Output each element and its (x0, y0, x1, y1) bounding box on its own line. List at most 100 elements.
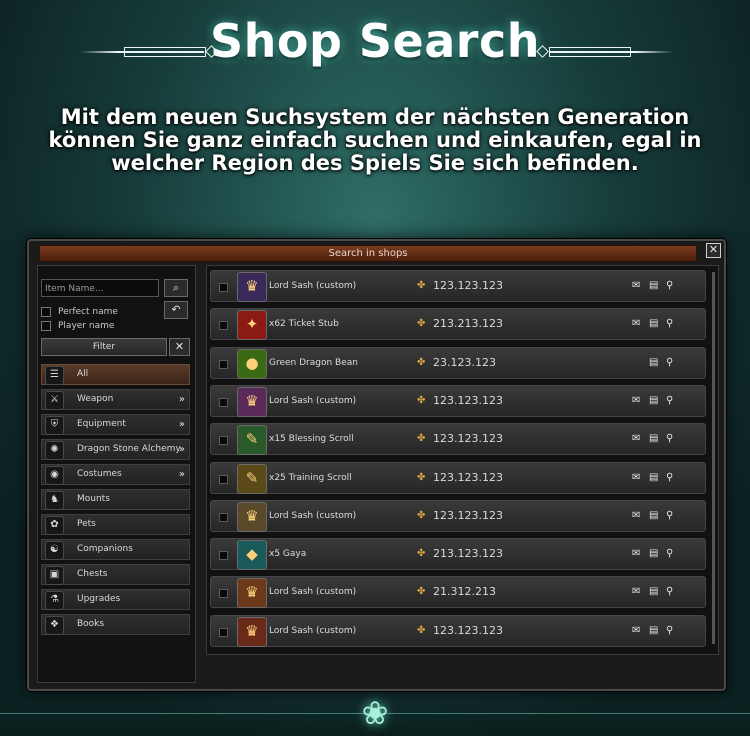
category-equipment[interactable]: ⛨ Equipment » (41, 414, 190, 435)
mail-icon[interactable]: ✉ (632, 501, 640, 531)
category-dragon-stone-alchemy[interactable]: ✺ Dragon Stone Alchemy» (41, 439, 190, 460)
search-icon[interactable]: ⚲ (666, 309, 673, 339)
item-name: x25 Training Scroll (269, 472, 352, 483)
search-icon[interactable]: ⚲ (666, 539, 673, 569)
row-checkbox[interactable] (219, 551, 228, 561)
shop-icon[interactable]: ▤ (649, 501, 658, 531)
category-companions[interactable]: ☯ Companions (41, 539, 190, 560)
category-mounts[interactable]: ♞ Mounts (41, 489, 190, 510)
row-checkbox[interactable] (219, 359, 228, 369)
mail-icon[interactable]: ✉ (632, 463, 640, 493)
coin-icon: ✤ (417, 624, 426, 636)
mail-icon[interactable]: ✉ (632, 577, 640, 607)
shop-icon[interactable]: ▤ (649, 271, 658, 301)
shop-item-row[interactable]: ♛ Lord Sash (custom) ✤ 123.123.123 ✉ ▤ ⚲ (210, 270, 706, 302)
category-chests[interactable]: ▣ Chests (41, 564, 190, 585)
window-title: Search in shops (328, 248, 408, 259)
title-divider-left (80, 47, 206, 57)
row-checkbox[interactable] (219, 474, 228, 484)
search-icon[interactable]: ⚲ (666, 348, 673, 378)
search-icon[interactable]: ⚲ (666, 463, 673, 493)
player-name-checkbox[interactable] (41, 320, 51, 331)
expand-icon[interactable]: » (179, 465, 185, 484)
category-upgrades[interactable]: ⚗ Upgrades (41, 589, 190, 610)
category-icon: ☯ (45, 541, 64, 560)
search-icon[interactable]: ⚲ (666, 386, 673, 416)
reset-button[interactable]: ↶ (164, 301, 188, 319)
shop-item-row[interactable]: ✎ x25 Training Scroll ✤ 123.123.123 ✉ ▤ ⚲ (210, 461, 706, 494)
shop-icon[interactable]: ▤ (649, 539, 658, 569)
window-title-bar[interactable]: Search in shops (39, 245, 697, 262)
shop-icon[interactable]: ▤ (649, 386, 658, 416)
row-checkbox[interactable] (219, 436, 228, 446)
item-icon: ✎ (237, 425, 267, 456)
clear-icon: ✕ (174, 340, 185, 353)
category-weapon[interactable]: ⚔ Weapon » (41, 389, 190, 410)
item-price: 123.123.123 (433, 279, 503, 292)
row-checkbox[interactable] (219, 589, 228, 599)
search-icon[interactable]: ⚲ (666, 577, 673, 607)
mail-icon[interactable]: ✉ (632, 424, 640, 454)
item-price: 23.123.123 (433, 355, 496, 369)
shop-item-row[interactable]: ♛ Lord Sash (custom) ✤ 123.123.123 ✉ ▤ ⚲ (210, 614, 706, 647)
shop-icon[interactable]: ▤ (649, 424, 658, 454)
lotus-emblem-icon: ❀ (361, 694, 389, 732)
player-name-option[interactable]: Player name (41, 320, 114, 332)
category-label: Pets (77, 519, 96, 529)
search-icon[interactable]: ⚲ (666, 271, 673, 301)
shop-item-row[interactable]: ✎ x15 Blessing Scroll ✤ 123.123.123 ✉ ▤ ⚲ (210, 423, 706, 456)
shop-icon[interactable]: ▤ (649, 577, 658, 607)
row-checkbox[interactable] (219, 283, 228, 292)
search-icon: ⌕ (172, 281, 180, 294)
item-name-input[interactable]: Item Name... (41, 279, 159, 297)
shop-item-row[interactable]: ● Green Dragon Bean ✤ 23.123.123 ▤ ⚲ (210, 346, 706, 379)
filter-button[interactable]: Filter (41, 338, 167, 356)
category-label: Equipment (77, 419, 126, 429)
shop-item-row[interactable]: ♛ Lord Sash (custom) ✤ 123.123.123 ✉ ▤ ⚲ (210, 384, 706, 417)
shop-icon[interactable]: ▤ (649, 616, 658, 646)
row-checkbox[interactable] (219, 512, 228, 522)
mail-icon[interactable]: ✉ (632, 271, 640, 301)
perfect-name-option[interactable]: Perfect name (41, 306, 118, 318)
mail-icon[interactable]: ✉ (632, 616, 640, 646)
shop-icon[interactable]: ▤ (649, 309, 658, 339)
expand-icon[interactable]: » (179, 440, 185, 459)
category-costumes[interactable]: ◉ Costumes » (41, 464, 190, 485)
category-pets[interactable]: ✿ Pets (41, 514, 190, 535)
search-icon[interactable]: ⚲ (666, 616, 673, 646)
close-button[interactable]: ✕ (706, 243, 721, 258)
shop-search-window: Search in shops ✕ Item Name... ⌕ ↶ Perfe… (27, 239, 726, 691)
shop-item-row[interactable]: ♛ Lord Sash (custom) ✤ 21.312.213 ✉ ▤ ⚲ (210, 576, 706, 609)
expand-icon[interactable]: » (179, 390, 185, 409)
search-button[interactable]: ⌕ (164, 279, 188, 297)
mail-icon[interactable]: ✉ (632, 309, 640, 339)
item-name: Lord Sash (custom) (269, 510, 357, 521)
shop-icon[interactable]: ▤ (649, 463, 658, 493)
perfect-name-checkbox[interactable] (41, 306, 51, 317)
category-icon: ⚗ (45, 591, 64, 610)
scrollbar[interactable] (712, 272, 715, 644)
shop-item-row[interactable]: ✦ x62 Ticket Stub ✤ 213.213.123 ✉ ▤ ⚲ (210, 308, 706, 341)
row-checkbox[interactable] (219, 397, 228, 407)
row-checkbox[interactable] (219, 321, 228, 331)
coin-icon: ✤ (417, 548, 426, 560)
mail-icon[interactable]: ✉ (632, 539, 640, 569)
player-name-label: Player name (58, 321, 115, 331)
hero-description: Mit dem neuen Suchsystem der nächsten Ge… (48, 105, 702, 175)
clear-filter-button[interactable]: ✕ (169, 338, 190, 356)
shop-item-row[interactable]: ♛ Lord Sash (custom) ✤ 123.123.123 ✉ ▤ ⚲ (210, 499, 706, 532)
search-icon[interactable]: ⚲ (666, 501, 673, 531)
category-icon: ◉ (45, 466, 64, 485)
search-icon[interactable]: ⚲ (666, 424, 673, 454)
category-label: All (77, 369, 89, 379)
shop-item-row[interactable]: ◆ x5 Gaya ✤ 213.123.123 ✉ ▤ ⚲ (210, 538, 706, 571)
category-books[interactable]: ❖ Books (41, 614, 190, 635)
category-all[interactable]: ☰ All (41, 364, 190, 385)
row-checkbox[interactable] (219, 627, 228, 637)
mail-icon[interactable]: ✉ (632, 386, 640, 416)
expand-icon[interactable]: » (179, 415, 185, 434)
category-label: Chests (77, 569, 108, 579)
results-list: ♛ Lord Sash (custom) ✤ 123.123.123 ✉ ▤ ⚲ ✦ x62 T… (206, 265, 719, 655)
category-label: Companions (77, 544, 133, 554)
shop-icon[interactable]: ▤ (649, 348, 658, 378)
